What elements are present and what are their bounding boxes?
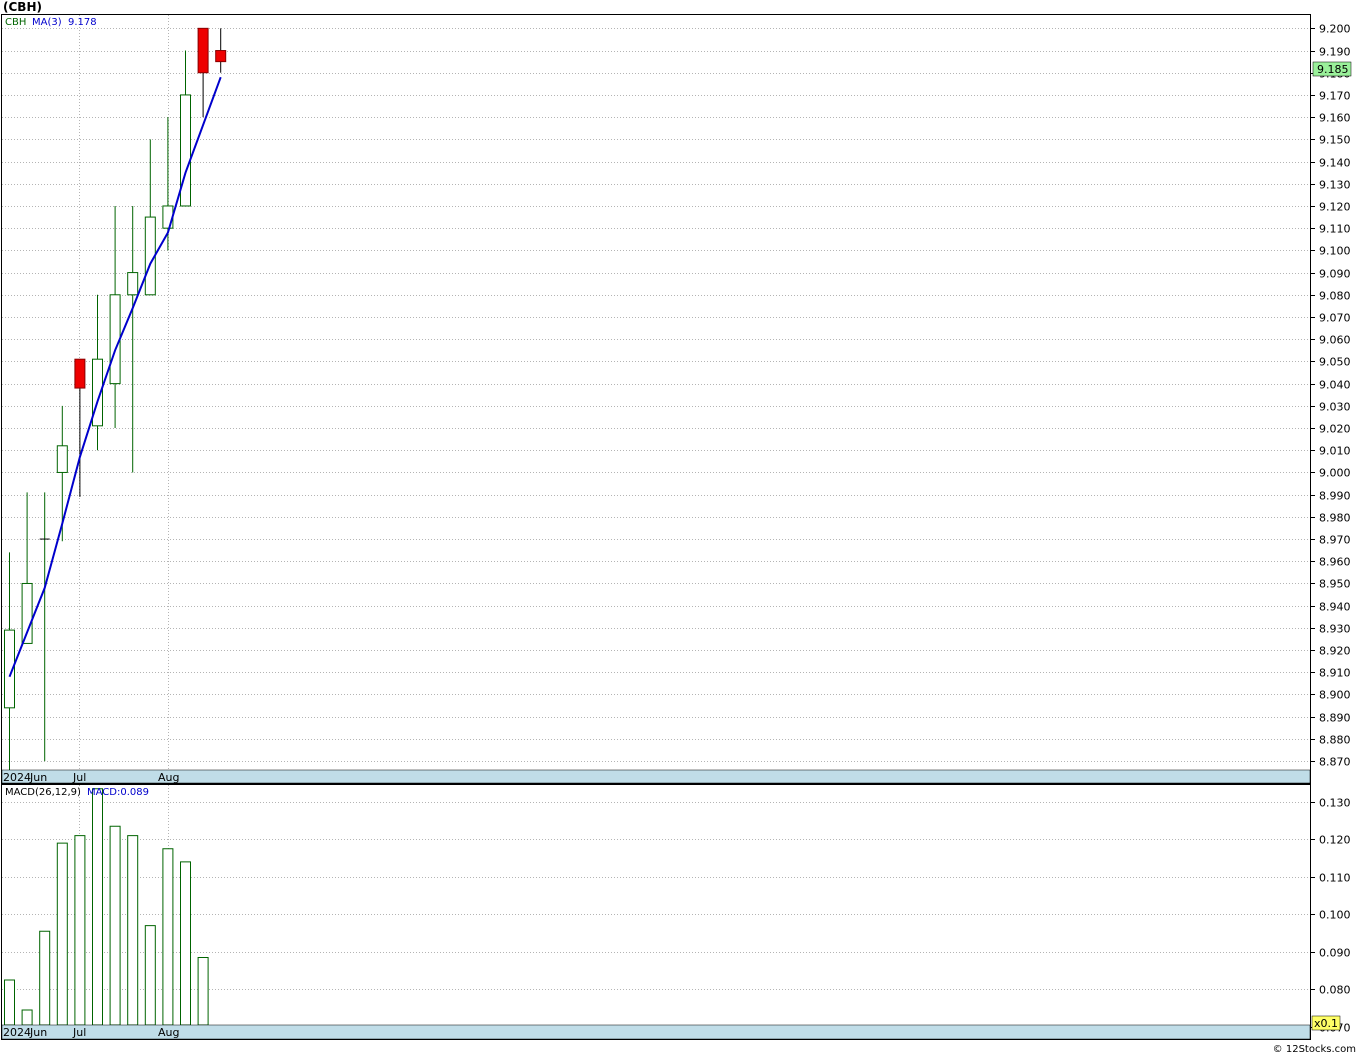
- macd-tick-label: 0.130: [1319, 797, 1351, 810]
- price-tick-label: 8.990: [1319, 490, 1351, 503]
- price-tick-label: 8.980: [1319, 512, 1351, 525]
- macd-multiplier-label: x0.1: [1314, 1017, 1338, 1030]
- price-tick-label: 9.130: [1319, 179, 1351, 192]
- legend-ma-value: 9.178: [68, 17, 97, 28]
- price-tick-label: 9.020: [1319, 423, 1351, 436]
- price-date-strip: [1, 769, 1311, 784]
- x-tick-label: Aug: [158, 771, 179, 784]
- macd-bar: [39, 930, 51, 1026]
- price-tick-label: 9.000: [1319, 467, 1351, 480]
- candle-down: [197, 27, 209, 74]
- price-tick-label: 9.080: [1319, 290, 1351, 303]
- macd-bar: [162, 848, 174, 1026]
- macd-bar: [197, 957, 209, 1026]
- legend-symbol: CBH: [5, 17, 26, 28]
- price-tick-label: 8.960: [1319, 556, 1351, 569]
- candle-up: [162, 205, 174, 229]
- macd-bar: [144, 925, 156, 1026]
- copyright: © 12Stocks.com: [1272, 1044, 1356, 1055]
- candle-up: [109, 294, 121, 385]
- macd-bar: [92, 788, 103, 1026]
- macd-legend-value: MACD:0.089: [87, 787, 149, 798]
- price-tick-label: 9.160: [1319, 112, 1351, 125]
- x-tick-label: Jun: [29, 1026, 47, 1039]
- x-tick-label: 2024: [3, 771, 31, 784]
- price-tick-label: 8.940: [1319, 601, 1351, 614]
- x-tick-label: Jul: [72, 1026, 86, 1039]
- x-tick-label: Jun: [29, 771, 47, 784]
- price-tick-label: 8.890: [1319, 712, 1351, 725]
- price-tick-label: 8.880: [1319, 734, 1351, 747]
- price-tick-label: 9.010: [1319, 445, 1351, 458]
- x-tick-label: 2024: [3, 1026, 31, 1039]
- price-tick-label: 9.030: [1319, 401, 1351, 414]
- price-tick-label: 9.040: [1319, 379, 1351, 392]
- price-tick-label: 9.050: [1319, 356, 1351, 369]
- last-price-label: 9.185: [1317, 63, 1349, 76]
- price-tick-label: 9.170: [1319, 90, 1351, 103]
- price-tick-label: 9.150: [1319, 134, 1351, 147]
- price-tick-label: 8.930: [1319, 623, 1351, 636]
- price-tick-label: 9.070: [1319, 312, 1351, 325]
- macd-bar: [74, 835, 86, 1026]
- stock-chart: 9.2009.1909.1809.1709.1609.1509.1409.130…: [1, 14, 1352, 1040]
- macd-bar: [127, 835, 139, 1026]
- price-tick-label: 8.900: [1319, 689, 1351, 702]
- price-tick-label: 9.140: [1319, 157, 1351, 170]
- candle-down: [74, 358, 86, 389]
- macd-tick-label: 0.090: [1319, 947, 1351, 960]
- price-tick-label: 8.910: [1319, 667, 1351, 680]
- macd-bar: [4, 979, 15, 1026]
- candle-down: [215, 50, 227, 63]
- candle-up: [56, 445, 68, 473]
- candle-up: [180, 94, 191, 207]
- price-tick-label: 9.090: [1319, 268, 1351, 281]
- price-tick-label: 9.110: [1319, 223, 1351, 236]
- x-tick-label: Jul: [72, 771, 86, 784]
- macd-tick-label: 0.120: [1319, 834, 1351, 847]
- price-tick-label: 8.970: [1319, 534, 1351, 547]
- macd-tick-label: 0.080: [1319, 984, 1351, 997]
- macd-bar: [21, 1009, 33, 1026]
- macd-bar: [180, 861, 191, 1026]
- macd-bar: [56, 842, 68, 1026]
- macd-date-strip: [1, 1024, 1311, 1040]
- macd-legend-label: MACD(26,12,9): [5, 787, 81, 798]
- candle-up: [127, 272, 139, 296]
- price-tick-label: 9.060: [1319, 334, 1351, 347]
- price-tick-label: 8.920: [1319, 645, 1351, 658]
- macd-tick-label: 0.100: [1319, 909, 1351, 922]
- macd-tick-label: 0.110: [1319, 872, 1351, 885]
- macd-bar: [109, 825, 121, 1026]
- price-tick-label: 8.950: [1319, 578, 1351, 591]
- price-tick-label: 9.190: [1319, 46, 1351, 59]
- price-tick-label: 9.100: [1319, 245, 1351, 258]
- x-tick-label: Aug: [158, 1026, 179, 1039]
- price-tick-label: 9.120: [1319, 201, 1351, 214]
- price-tick-label: 9.200: [1319, 23, 1351, 36]
- legend-ma-label: MA(3): [32, 17, 62, 28]
- price-panel-frame: [1, 14, 1311, 784]
- price-tick-label: 8.870: [1319, 756, 1351, 769]
